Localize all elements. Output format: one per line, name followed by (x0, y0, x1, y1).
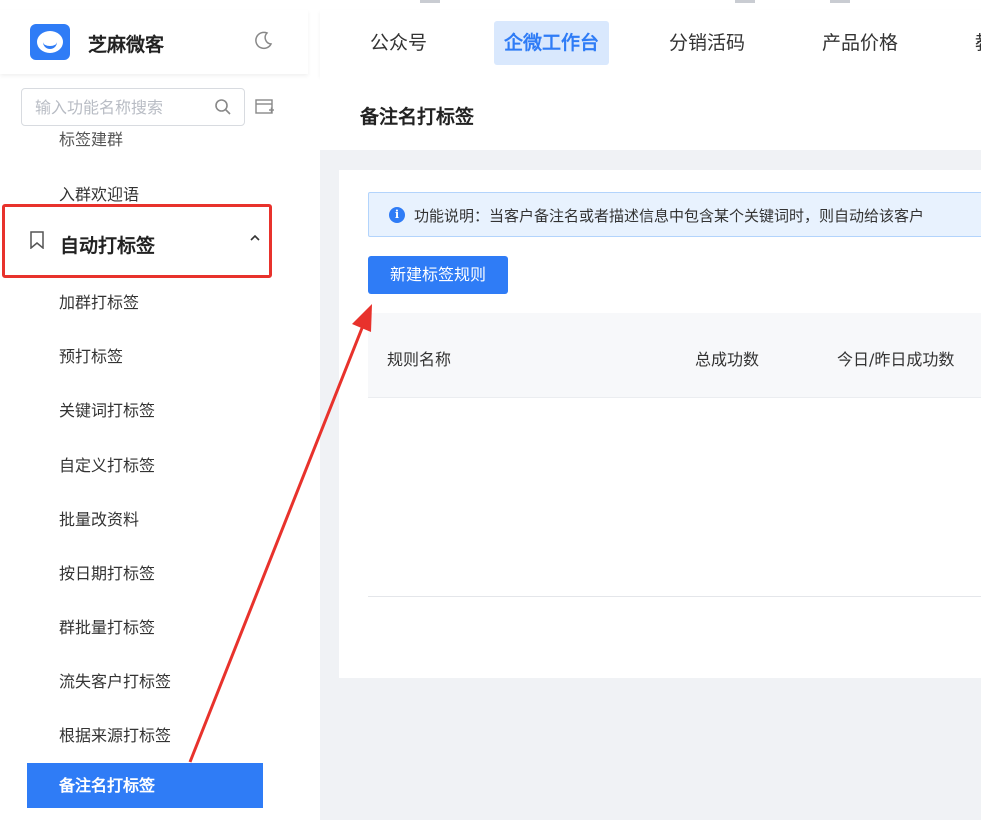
new-tag-rule-button[interactable]: 新建标签规则 (368, 256, 508, 294)
sidebar-group-auto-tag[interactable]: 自动打标签 (2, 204, 272, 278)
content-card: i 功能说明：当客户备注名或者描述信息中包含某个关键词时，则自动给该客户 新建标… (339, 170, 981, 678)
column-header-daily-success[interactable]: 今日/昨日成功数 (837, 346, 954, 370)
tab-pricing[interactable]: 产品价格 (812, 21, 908, 65)
sidebar-item-custom-tag[interactable]: 自定义打标签 (59, 452, 155, 476)
page-header: 备注名打标签 (320, 76, 981, 150)
sidebar-item-remark-tag[interactable]: 备注名打标签 (27, 763, 263, 808)
logo-icon (30, 24, 70, 60)
strip-mark (735, 0, 755, 3)
strip-mark (830, 0, 850, 3)
tab-distribution-code[interactable]: 分销活码 (659, 21, 755, 65)
column-header-total-success[interactable]: 总成功数 (695, 346, 759, 370)
moon-icon[interactable] (254, 30, 274, 50)
page-title: 备注名打标签 (360, 106, 475, 128)
sidebar: 芝麻微客 标签建群 入群欢迎语 自动打标签 加群打标签 预打标签 (0, 0, 308, 820)
sidebar-item-batch-edit[interactable]: 批量改资料 (59, 506, 139, 530)
info-alert: i 功能说明：当客户备注名或者描述信息中包含某个关键词时，则自动给该客户 (368, 192, 981, 237)
sidebar-item-source-tag[interactable]: 根据来源打标签 (59, 722, 171, 746)
sidebar-menu: 标签建群 入群欢迎语 自动打标签 加群打标签 预打标签 关键词打标签 自定义打标… (0, 130, 308, 820)
bookmark-icon (30, 231, 44, 249)
search-box (21, 88, 245, 126)
search-icon[interactable] (214, 98, 232, 116)
tab-wecom-workbench[interactable]: 企微工作台 (494, 21, 610, 65)
sidebar-item-date-tag[interactable]: 按日期打标签 (59, 560, 155, 584)
brand-header: 芝麻微客 (0, 10, 308, 74)
sidebar-item-join-tag[interactable]: 加群打标签 (59, 289, 139, 313)
calendar-icon[interactable] (255, 98, 275, 116)
table-body (368, 398, 981, 597)
sidebar-group-label: 自动打标签 (60, 235, 156, 257)
sidebar-item-cut[interactable]: 标签建群 (59, 130, 123, 150)
brand-name: 芝麻微客 (88, 34, 165, 56)
table-header: 规则名称 总成功数 今日/昨日成功数 (368, 313, 981, 398)
search-input[interactable] (22, 89, 202, 125)
sidebar-item-lost-tag[interactable]: 流失客户打标签 (59, 668, 171, 692)
info-text: 功能说明：当客户备注名或者描述信息中包含某个关键词时，则自动给该客户 (414, 207, 925, 225)
tab-tutorial[interactable]: 教 (965, 21, 981, 65)
sidebar-item-keyword-tag[interactable]: 关键词打标签 (59, 397, 155, 421)
info-icon: i (389, 207, 405, 223)
sidebar-item-group-batch-tag[interactable]: 群批量打标签 (59, 614, 155, 638)
chevron-up-icon (250, 234, 260, 241)
top-nav: 公众号 企微工作台 分销活码 产品价格 教 (320, 10, 981, 76)
strip-mark (420, 0, 440, 3)
column-header-rule-name[interactable]: 规则名称 (387, 346, 451, 370)
sidebar-item-welcome[interactable]: 入群欢迎语 (59, 181, 139, 205)
sidebar-item-pre-tag[interactable]: 预打标签 (59, 343, 123, 367)
tab-official-account[interactable]: 公众号 (360, 21, 437, 65)
